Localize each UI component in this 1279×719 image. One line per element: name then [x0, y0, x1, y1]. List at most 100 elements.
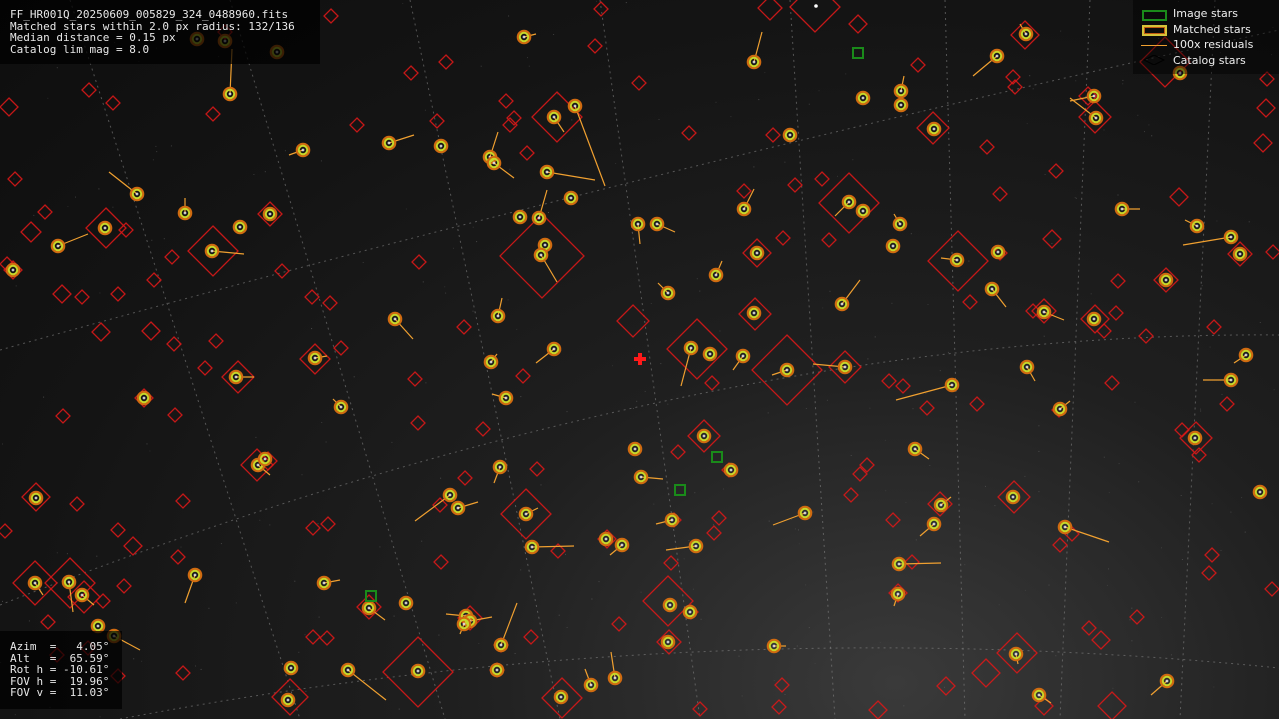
noise-speck	[2, 600, 3, 602]
matched-star	[1158, 272, 1174, 288]
star-core	[367, 606, 371, 610]
star-core	[688, 610, 692, 614]
matched-star	[381, 135, 397, 151]
star-core	[694, 544, 698, 548]
catalog-star	[515, 368, 531, 384]
noise-speck	[133, 658, 135, 660]
noise-speck	[885, 490, 887, 492]
noise-speck	[56, 67, 58, 69]
star-core	[1063, 525, 1067, 529]
noise-speck	[798, 529, 799, 531]
matched-star	[660, 634, 676, 650]
legend-item-residuals: 100x residuals	[1141, 37, 1271, 53]
matched-star	[944, 377, 960, 393]
noise-speck	[149, 450, 151, 452]
noise-speck	[683, 558, 685, 560]
catalog-star	[74, 289, 90, 305]
matched-star	[614, 537, 630, 553]
noise-speck	[826, 399, 828, 401]
noise-speck	[112, 206, 114, 208]
star-core	[559, 695, 563, 699]
star-core	[589, 683, 593, 687]
matched-star	[1189, 218, 1205, 234]
catalog-star	[704, 375, 720, 391]
star-core	[404, 601, 408, 605]
matched-star	[1019, 359, 1035, 375]
star-core	[11, 268, 15, 272]
matched-star	[262, 206, 278, 222]
star-core	[495, 668, 499, 672]
noise-speck	[738, 655, 740, 657]
matched-star	[892, 216, 908, 232]
matched-star	[1223, 229, 1239, 245]
star-core	[256, 463, 260, 467]
fits-filename: FF_HR001Q_20250609_005829_324_0488960.fi…	[10, 8, 289, 21]
image-star	[674, 484, 686, 496]
catalog-star	[322, 295, 338, 311]
matched-star	[723, 462, 739, 478]
noise-speck	[1211, 503, 1213, 505]
noise-speck	[767, 412, 769, 414]
noise-speck	[28, 620, 30, 622]
noise-speck	[1241, 497, 1243, 499]
catalog-star	[1219, 396, 1235, 412]
catalog-star	[20, 221, 42, 243]
star-core	[322, 581, 326, 585]
noise-speck	[1122, 79, 1124, 81]
noise-speck	[527, 57, 528, 59]
noise-speck	[1024, 589, 1026, 591]
catalog-star	[304, 289, 320, 305]
matched-star	[232, 219, 248, 235]
matched-star	[766, 638, 782, 654]
star-core	[899, 103, 903, 107]
noise-speck	[151, 239, 153, 241]
catalog-star	[69, 496, 85, 512]
catalog-star	[40, 614, 56, 630]
noise-speck	[1122, 83, 1124, 85]
matched-star	[74, 587, 90, 603]
noise-speck	[712, 524, 714, 526]
catalog-star	[167, 407, 183, 423]
star-core	[990, 287, 994, 291]
catalog-star	[711, 510, 727, 526]
noise-speck	[1090, 293, 1092, 295]
star-core	[803, 511, 807, 515]
star-core	[539, 253, 543, 257]
catalog-star	[765, 127, 781, 143]
noise-speck	[1161, 617, 1163, 618]
noise-speck	[478, 643, 480, 644]
noise-speck	[874, 336, 876, 338]
matched-star	[907, 441, 923, 457]
matched-star	[563, 190, 579, 206]
matched-star	[893, 83, 909, 99]
noise-speck	[476, 241, 478, 243]
matched-star	[891, 556, 907, 572]
star-core	[950, 383, 954, 387]
residual-line	[834, 201, 850, 217]
noise-speck	[1112, 687, 1114, 689]
matched-star	[531, 210, 547, 226]
matched-star	[518, 506, 534, 522]
noise-speck	[99, 292, 101, 294]
noise-speck	[391, 441, 393, 443]
star-core	[633, 447, 637, 451]
noise-speck	[805, 408, 807, 409]
matched-star	[583, 677, 599, 693]
noise-speck	[1103, 456, 1105, 458]
matched-star	[1086, 311, 1102, 327]
star-core	[183, 211, 187, 215]
matched-star	[1052, 401, 1068, 417]
noise-speck	[405, 208, 407, 210]
noise-speck	[141, 660, 143, 662]
matched-star	[735, 348, 751, 364]
star-core	[604, 537, 608, 541]
star-core	[67, 580, 71, 584]
matched-star-icon	[1141, 23, 1167, 37]
star-core	[313, 356, 317, 360]
star-core	[861, 96, 865, 100]
noise-speck	[915, 539, 917, 541]
noise-speck	[255, 436, 257, 438]
matched-star	[855, 203, 871, 219]
noise-speck	[1044, 174, 1046, 175]
star-core	[702, 434, 706, 438]
